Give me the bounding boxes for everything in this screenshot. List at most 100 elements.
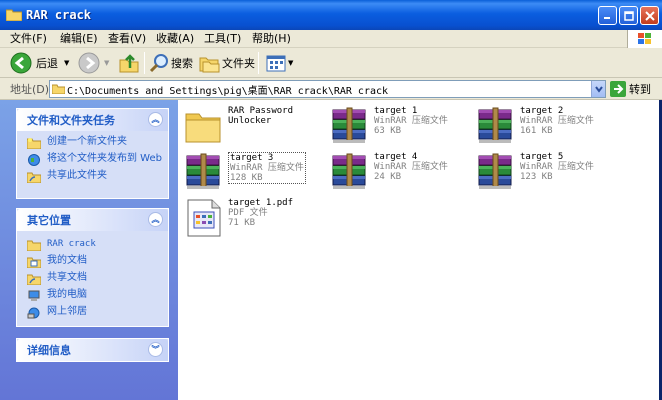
- views-button[interactable]: ▼: [265, 51, 293, 75]
- close-icon: [644, 10, 655, 21]
- search-button[interactable]: 搜索: [148, 51, 193, 75]
- task-share-folder[interactable]: 共享此文件夹: [17, 168, 168, 185]
- file-item-rar-password-unlocker[interactable]: RAR Password Unlocker: [184, 106, 293, 146]
- details-panel: 详细信息 ︾: [16, 338, 169, 362]
- address-input[interactable]: C:\Documents and Settings\pig\桌面\RAR cra…: [49, 80, 606, 98]
- back-button[interactable]: 后退 ▼: [10, 51, 69, 75]
- file-type: PDF 文件: [228, 208, 268, 218]
- windows-logo-icon: [627, 30, 662, 48]
- file-name: target 1.pdf: [228, 198, 294, 208]
- file-type: WinRAR 压缩文件: [520, 162, 594, 172]
- task-pane: 文件和文件夹任务 ︽ 创建一个新文件夹 将这个文件夹发布到 Web 共享此文件夹…: [0, 100, 178, 400]
- toolbar: 后退 ▼ ▼ 搜索 文件夹 ▼: [0, 48, 662, 78]
- other-places-panel: 其它位置 ︽ RAR crack 我的文档 共享文档 我的电脑 网上邻居: [16, 208, 169, 327]
- back-arrow-icon: [10, 52, 32, 74]
- winrar-archive-icon: [330, 152, 370, 192]
- file-size: 123 KB: [520, 172, 553, 182]
- other-places-title: 其它位置: [27, 214, 71, 227]
- task-new-folder-label: 创建一个新文件夹: [47, 136, 127, 147]
- file-folder-tasks-title: 文件和文件夹任务: [27, 114, 115, 127]
- file-folder-tasks-header[interactable]: 文件和文件夹任务 ︽: [17, 109, 168, 131]
- file-item-target-1-pdf[interactable]: target 1.pdf PDF 文件 71 KB: [184, 198, 293, 238]
- address-dropdown-button[interactable]: [591, 81, 605, 97]
- go-button[interactable]: 转到: [610, 80, 658, 98]
- place-my-computer-label: 我的电脑: [47, 289, 87, 300]
- back-label: 后退: [36, 57, 58, 70]
- expand-icon[interactable]: ︾: [148, 342, 163, 357]
- place-network[interactable]: 网上邻居: [17, 304, 168, 321]
- chevron-down-icon: ▼: [288, 59, 294, 67]
- title-bar[interactable]: RAR crack: [0, 0, 662, 30]
- file-name: target 1: [374, 106, 418, 116]
- maximize-button[interactable]: [619, 6, 638, 25]
- file-size: 63 KB: [374, 126, 402, 136]
- address-path: C:\Documents and Settings\pig\桌面\RAR cra…: [67, 86, 389, 97]
- chevron-down-icon: [595, 86, 603, 93]
- file-type: WinRAR 压缩文件: [374, 116, 448, 126]
- toolbar-separator: [258, 52, 259, 74]
- folder-icon: [52, 84, 65, 94]
- search-label: 搜索: [171, 57, 193, 70]
- forward-button[interactable]: ▼: [78, 51, 109, 75]
- close-button[interactable]: [640, 6, 659, 25]
- task-share-folder-label: 共享此文件夹: [47, 170, 107, 181]
- window-title: RAR crack: [26, 8, 92, 22]
- selection-box: target 3 WinRAR 压缩文件 128 KB: [228, 152, 306, 184]
- file-item-target-5[interactable]: target 5 WinRAR 压缩文件 123 KB: [476, 152, 594, 192]
- details-header[interactable]: 详细信息 ︾: [17, 339, 168, 361]
- place-my-documents[interactable]: 我的文档: [17, 253, 168, 270]
- address-label: 地址(D): [10, 83, 50, 96]
- new-folder-icon: [27, 138, 41, 149]
- place-rar-crack[interactable]: RAR crack: [17, 236, 168, 253]
- file-name: RAR Password: [228, 106, 294, 116]
- file-name: target 3: [230, 153, 274, 163]
- folder-icon: [6, 9, 22, 21]
- file-name-line2: Unlocker: [228, 116, 272, 126]
- chevron-down-icon: ▼: [104, 59, 110, 67]
- file-item-target-4[interactable]: target 4 WinRAR 压缩文件 24 KB: [330, 152, 448, 192]
- menu-view[interactable]: 查看(V): [108, 31, 146, 47]
- winrar-archive-icon: [330, 106, 370, 146]
- place-my-computer[interactable]: 我的电脑: [17, 287, 168, 304]
- menu-edit[interactable]: 编辑(E): [60, 31, 98, 47]
- menu-favorites[interactable]: 收藏(A): [156, 31, 194, 47]
- pdf-file-icon: [187, 199, 221, 237]
- my-documents-icon: [27, 257, 41, 268]
- toolbar-separator: [144, 52, 145, 74]
- task-publish-web[interactable]: 将这个文件夹发布到 Web: [17, 151, 168, 168]
- folders-label: 文件夹: [222, 57, 255, 70]
- menu-file[interactable]: 文件(F): [10, 31, 47, 47]
- file-item-target-1[interactable]: target 1 WinRAR 压缩文件 63 KB: [330, 106, 448, 146]
- address-bar: 地址(D) C:\Documents and Settings\pig\桌面\R…: [0, 78, 662, 100]
- file-list: RAR Password Unlocker target 1 WinRAR 压缩…: [178, 100, 662, 400]
- search-icon: [149, 54, 168, 73]
- details-title: 详细信息: [27, 344, 71, 357]
- up-folder-button[interactable]: [118, 51, 140, 75]
- file-item-target-3[interactable]: target 3 WinRAR 压缩文件 128 KB: [184, 152, 306, 192]
- file-item-target-2[interactable]: target 2 WinRAR 压缩文件 161 KB: [476, 106, 594, 146]
- chevron-down-icon: ▼: [64, 59, 70, 67]
- file-size: 128 KB: [230, 173, 263, 183]
- folder-icon: [185, 113, 221, 143]
- winrar-archive-icon: [476, 152, 516, 192]
- file-name: target 2: [520, 106, 564, 116]
- folders-icon: [199, 57, 220, 73]
- place-shared-documents-label: 共享文档: [47, 272, 87, 283]
- place-rar-crack-label: RAR crack: [47, 239, 96, 249]
- file-type: WinRAR 压缩文件: [374, 162, 448, 172]
- publish-web-icon: [28, 154, 40, 166]
- collapse-icon[interactable]: ︽: [148, 212, 163, 227]
- other-places-header[interactable]: 其它位置 ︽: [17, 209, 168, 231]
- place-network-label: 网上邻居: [47, 306, 87, 317]
- file-size: 161 KB: [520, 126, 553, 136]
- menu-help[interactable]: 帮助(H): [252, 31, 291, 47]
- winrar-archive-icon: [476, 106, 516, 146]
- task-new-folder[interactable]: 创建一个新文件夹: [17, 134, 168, 151]
- folders-button[interactable]: 文件夹: [198, 51, 255, 75]
- file-size: 24 KB: [374, 172, 402, 182]
- place-shared-documents[interactable]: 共享文档: [17, 270, 168, 287]
- place-my-documents-label: 我的文档: [47, 255, 87, 266]
- menu-tools[interactable]: 工具(T): [204, 31, 241, 47]
- collapse-icon[interactable]: ︽: [148, 112, 163, 127]
- minimize-button[interactable]: [598, 6, 617, 25]
